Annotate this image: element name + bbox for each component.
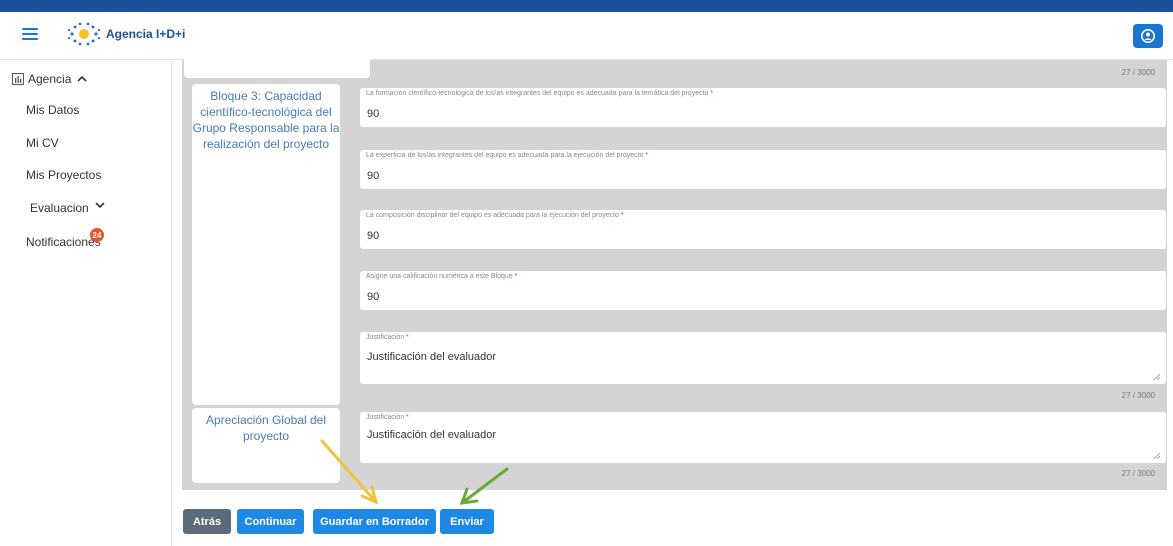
sidebar-item-agencia-label: Agencia	[28, 72, 72, 86]
resize-handle-icon[interactable]	[1154, 374, 1160, 380]
field-label: La experticia de los/as integrantes del …	[366, 152, 649, 159]
bloque3-title: Bloque 3: Capacidad científico-tecnológi…	[192, 89, 340, 151]
char-counter: 27 / 3000	[1121, 391, 1155, 400]
field-label: Justificación *	[366, 334, 409, 341]
bloque3-card: Bloque 3: Capacidad científico-tecnológi…	[192, 84, 340, 405]
agency-logo[interactable]: Agencia I+D+i	[66, 22, 185, 46]
send-button[interactable]: Enviar	[440, 509, 494, 534]
field-value: 90	[367, 230, 380, 242]
char-counter: 27 / 3000	[1121, 68, 1155, 77]
field-value: 90	[367, 170, 380, 182]
save-draft-button[interactable]: Guardar en Borrador	[313, 509, 436, 534]
field-label: Justificación *	[366, 414, 409, 421]
top-stripe	[0, 0, 1173, 12]
top-bar: Agencia I+D+i	[0, 12, 1173, 60]
experticia-field[interactable]: La experticia de los/as integrantes del …	[360, 150, 1166, 189]
field-label: Asigne una calificación numérica a este …	[366, 273, 518, 280]
chevron-down-icon	[95, 202, 105, 209]
field-label: La formación científico-tecnológica de l…	[366, 90, 714, 97]
field-value: Justificación del evaluador	[367, 429, 497, 441]
user-account-button[interactable]	[1133, 24, 1163, 48]
chart-icon	[12, 73, 24, 85]
previous-block-card	[184, 56, 370, 78]
field-value: 90	[367, 291, 380, 303]
justificacion-global-textarea[interactable]: Justificación * Justificación del evalua…	[360, 412, 1166, 463]
notifications-badge: 24	[90, 228, 104, 242]
resize-handle-icon[interactable]	[1154, 453, 1160, 459]
sidebar-item-evaluacion[interactable]: Evaluacion	[30, 201, 105, 215]
app-name: Agencia I+D+i	[106, 27, 186, 41]
field-label: La composición disciplinar del equipo es…	[366, 212, 624, 219]
sidebar	[0, 60, 172, 546]
sidebar-item-mis-proyectos[interactable]: Mis Proyectos	[26, 168, 101, 182]
continue-button[interactable]: Continuar	[237, 509, 304, 534]
back-button[interactable]: Atrás	[183, 509, 231, 534]
sidebar-item-evaluacion-label: Evaluacion	[30, 201, 89, 215]
global-title: Apreciación Global del proyecto	[205, 413, 327, 443]
composicion-field[interactable]: La composición disciplinar del equipo es…	[360, 210, 1166, 249]
main-content: 27 / 3000 Bloque 3: Capacidad científico…	[172, 56, 1173, 546]
global-card: Apreciación Global del proyecto	[192, 408, 340, 483]
user-icon	[1141, 29, 1155, 43]
chevron-up-icon	[77, 75, 87, 82]
field-value: 90	[367, 108, 380, 120]
field-value: Justificación del evaluador	[367, 351, 497, 363]
sidebar-item-mis-datos[interactable]: Mis Datos	[26, 103, 79, 117]
formacion-field[interactable]: La formación científico-tecnológica de l…	[360, 88, 1166, 127]
sidebar-item-agencia[interactable]: Agencia	[12, 72, 87, 86]
agency-logo-icon	[67, 22, 101, 46]
form-area: 27 / 3000 Bloque 3: Capacidad científico…	[182, 56, 1167, 490]
calificacion-field[interactable]: Asigne una calificación numérica a este …	[360, 271, 1166, 310]
sidebar-item-mi-cv[interactable]: Mi CV	[26, 136, 59, 150]
justificacion-bloque3-textarea[interactable]: Justificación * Justificación del evalua…	[360, 332, 1166, 384]
menu-icon[interactable]	[22, 28, 38, 42]
char-counter: 27 / 3000	[1121, 469, 1155, 478]
